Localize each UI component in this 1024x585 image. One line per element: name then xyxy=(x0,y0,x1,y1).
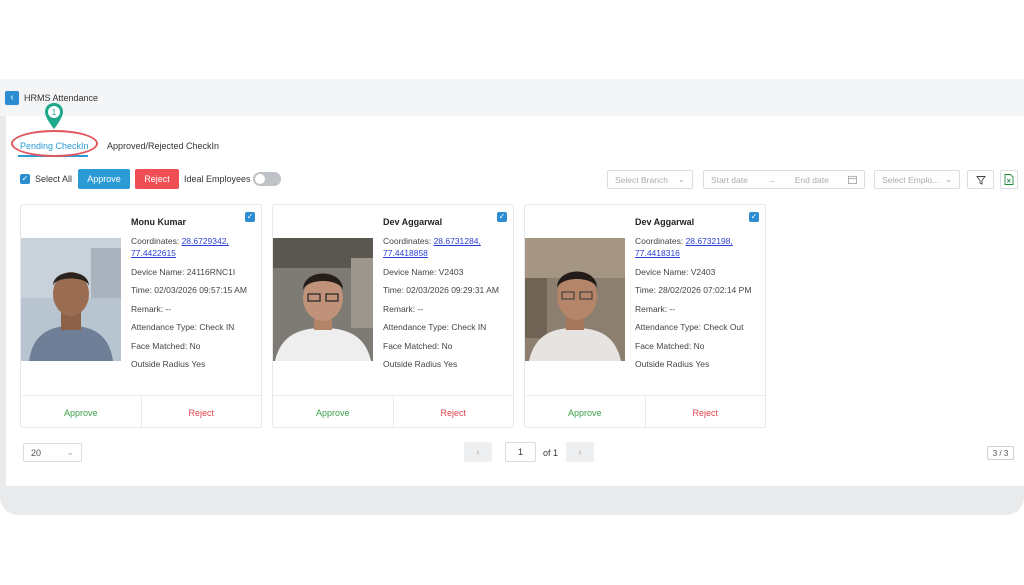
prev-page-button[interactable]: ‹ xyxy=(464,442,492,462)
card-approve-button[interactable]: Approve xyxy=(273,396,394,429)
start-date-input[interactable]: Start date xyxy=(711,175,748,185)
attendance-type: Attendance Type: Check Out xyxy=(635,322,744,332)
employee-name: Dev Aggarwal xyxy=(383,217,443,227)
card-reject-button[interactable]: Reject xyxy=(646,396,766,429)
outside-radius: Outside Radius Yes xyxy=(131,359,206,369)
coordinates-row: Coordinates: 28.6731284, 77.4418858 xyxy=(383,235,509,259)
page-size-select[interactable]: 20 ⌄ xyxy=(23,443,82,462)
device-name: Device Name: 24116RNC1I xyxy=(131,266,236,277)
calendar-icon xyxy=(848,175,857,184)
card-approve-button[interactable]: Approve xyxy=(525,396,646,429)
chevron-down-icon: ⌄ xyxy=(944,174,952,184)
branch-select-placeholder: Select Branch xyxy=(615,174,668,185)
checkin-card: Dev Aggarwal ✓ Coordinates: 28.6731284, … xyxy=(272,204,514,429)
checkin-card: Monu Kumar ✓ Coordinates: 28.6729342, 77… xyxy=(20,204,262,429)
employee-photo-image xyxy=(21,238,121,361)
excel-file-icon xyxy=(1004,174,1014,185)
highlight-ring xyxy=(11,130,98,157)
approve-selected-button[interactable]: Approve xyxy=(78,169,130,189)
record-count-badge: 3 / 3 xyxy=(987,446,1014,460)
card-reject-button[interactable]: Reject xyxy=(394,396,514,429)
outside-radius: Outside Radius Yes xyxy=(635,359,710,369)
employee-select[interactable]: Select Emplo... ⌄ xyxy=(874,170,960,189)
remark: Remark: -- xyxy=(383,303,424,314)
card-actions: Approve Reject xyxy=(21,395,261,429)
attendance-type: Attendance Type: Check IN xyxy=(131,322,235,332)
next-page-button[interactable]: › xyxy=(566,442,594,462)
back-button[interactable]: ‹ xyxy=(5,91,19,105)
coordinates-row: Coordinates: 28.6732198, 77.4418316 xyxy=(635,235,761,259)
remark: Remark: -- xyxy=(635,303,676,314)
employee-photo xyxy=(21,238,121,361)
checkin-time: Time: 02/03/2026 09:29:31 AM xyxy=(383,285,499,295)
step-marker-number: 1 xyxy=(52,108,57,117)
employee-name: Monu Kumar xyxy=(131,217,186,227)
ideal-employees-toggle[interactable] xyxy=(253,172,281,186)
ideal-employees-label: Ideal Employees xyxy=(184,174,251,184)
chevron-left-icon: ‹ xyxy=(10,92,14,103)
top-bar xyxy=(0,79,1024,116)
coordinates-row: Coordinates: 28.6729342, 77.4422615 xyxy=(131,235,257,259)
employee-select-placeholder: Select Emplo... xyxy=(882,174,940,185)
checkin-details: Coordinates: 28.6729342, 77.4422615 Devi… xyxy=(131,235,257,377)
arrow-right-icon: → xyxy=(767,174,776,185)
employee-name: Dev Aggarwal xyxy=(635,217,695,227)
outside-radius: Outside Radius Yes xyxy=(383,359,458,369)
step-marker-pin-icon: 1 xyxy=(45,103,63,129)
checkin-time: Time: 02/03/2026 09:57:15 AM xyxy=(131,285,247,295)
export-excel-button[interactable] xyxy=(1000,170,1018,189)
device-name: Device Name: V2403 xyxy=(635,266,716,277)
face-matched: Face Matched: No xyxy=(383,340,453,351)
chevron-left-icon: ‹ xyxy=(476,446,480,458)
employee-photo-image xyxy=(273,238,373,361)
reject-selected-button[interactable]: Reject xyxy=(135,169,179,189)
filter-button[interactable] xyxy=(967,170,994,189)
employee-photo-image xyxy=(525,238,625,361)
card-select-checkbox[interactable]: ✓ xyxy=(497,212,507,222)
face-matched: Face Matched: No xyxy=(635,340,705,351)
filter-icon xyxy=(975,175,986,185)
coordinates-label: Coordinates: xyxy=(131,236,182,246)
select-all[interactable]: ✓ Select All xyxy=(20,174,72,184)
remark: Remark: -- xyxy=(131,303,172,314)
checkin-details: Coordinates: 28.6731284, 77.4418858 Devi… xyxy=(383,235,509,377)
checkin-time: Time: 28/02/2026 07:02:14 PM xyxy=(635,285,752,295)
card-reject-button[interactable]: Reject xyxy=(142,396,262,429)
card-actions: Approve Reject xyxy=(273,395,513,429)
select-all-label: Select All xyxy=(35,174,73,184)
coordinates-label: Coordinates: xyxy=(383,236,434,246)
page-size-value: 20 xyxy=(31,447,42,458)
employee-photo xyxy=(525,238,625,361)
date-range-picker[interactable]: Start date → End date xyxy=(703,170,865,189)
total-pages-label: of 1 xyxy=(543,448,559,458)
chevron-right-icon: › xyxy=(578,446,582,458)
attendance-type: Attendance Type: Check IN xyxy=(383,322,487,332)
card-actions: Approve Reject xyxy=(525,395,765,429)
face-matched: Face Matched: No xyxy=(131,340,201,351)
select-all-checkbox[interactable]: ✓ xyxy=(20,174,30,184)
chevron-down-icon: ⌄ xyxy=(677,174,685,184)
card-select-checkbox[interactable]: ✓ xyxy=(749,212,759,222)
card-select-checkbox[interactable]: ✓ xyxy=(245,212,255,222)
card-approve-button[interactable]: Approve xyxy=(21,396,142,429)
coordinates-label: Coordinates: xyxy=(635,236,686,246)
branch-select[interactable]: Select Branch ⌄ xyxy=(607,170,693,189)
end-date-input[interactable]: End date xyxy=(795,175,829,185)
checkin-card: Dev Aggarwal ✓ Coordinates: 28.6732198, … xyxy=(524,204,766,429)
checkin-details: Coordinates: 28.6732198, 77.4418316 Devi… xyxy=(635,235,761,377)
employee-photo xyxy=(273,238,373,361)
page-number-input[interactable]: 1 xyxy=(505,442,536,462)
device-name: Device Name: V2403 xyxy=(383,266,464,277)
tab-approved-rejected-checkin[interactable]: Approved/Rejected CheckIn xyxy=(107,141,219,151)
chevron-down-icon: ⌄ xyxy=(66,447,74,457)
